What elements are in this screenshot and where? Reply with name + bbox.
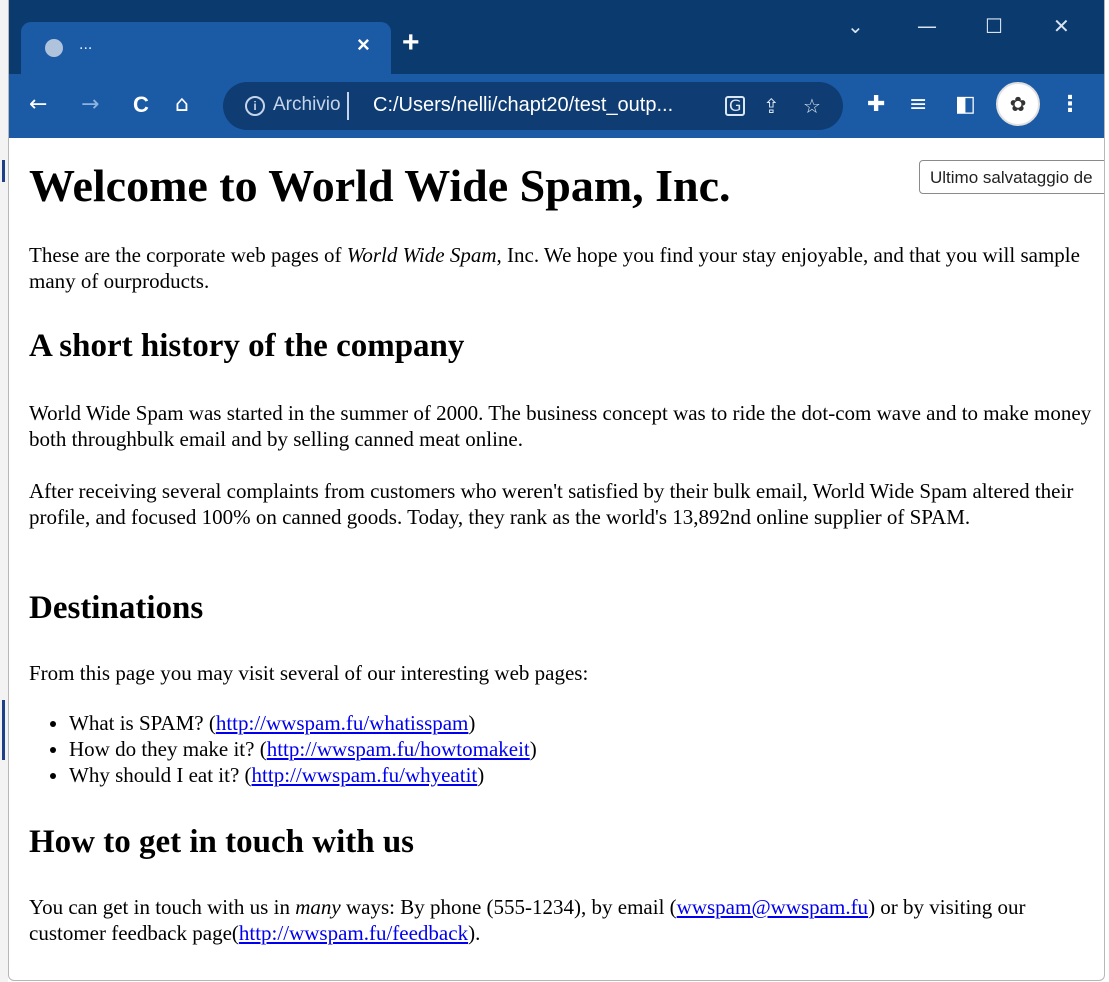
translate-icon[interactable]: G [725, 96, 746, 116]
title-bar: ... × + ⌄ — ☐ ✕ [9, 0, 1104, 74]
extensions-puzzle-icon[interactable]: ✚ [867, 92, 885, 118]
profile-avatar[interactable]: ✿ [996, 82, 1040, 126]
background-window-edge [0, 0, 8, 982]
history-heading: A short history of the company [29, 328, 465, 364]
reading-list-icon[interactable]: ≡ [909, 92, 927, 118]
contact-paragraph: You can get in touch with us in many way… [29, 895, 1026, 945]
minimize-button[interactable]: — [917, 14, 937, 38]
email-link[interactable]: wwspam@wwspam.fu [677, 895, 868, 919]
url-text[interactable]: C:/Users/nelli/chapt20/test_outp... [373, 94, 673, 117]
divider [347, 92, 349, 120]
home-button[interactable]: ⌂ [175, 92, 189, 118]
list-item: How do they make it? (http://wwspam.fu/h… [69, 736, 1104, 762]
list-item: Why should I eat it? (http://wwspam.fu/w… [69, 762, 1104, 788]
browser-toolbar: ← → C ⌂ i Archivio C:/Users/nelli/chapt2… [9, 74, 1104, 138]
close-window-button[interactable]: ✕ [1053, 14, 1070, 38]
list-item: What is SPAM? (http://wwspam.fu/whatissp… [69, 710, 1104, 736]
link-whyeatit[interactable]: http://wwspam.fu/whyeatit [252, 763, 478, 787]
forward-button[interactable]: → [81, 92, 99, 118]
side-panel-icon[interactable]: ◧ [955, 92, 976, 118]
new-tab-button[interactable]: + [402, 28, 420, 58]
tab-search-chevron-icon[interactable]: ⌄ [847, 14, 864, 38]
reload-button[interactable]: C [133, 92, 149, 118]
link-whatisspam[interactable]: http://wwspam.fu/whatisspam [216, 711, 469, 735]
contact-heading: How to get in touch with us [29, 824, 415, 860]
globe-icon [45, 39, 63, 57]
tooltip: Ultimo salvataggio de [919, 160, 1104, 194]
destinations-heading: Destinations [29, 590, 204, 626]
browser-tab[interactable]: ... × [21, 22, 391, 74]
bookmark-star-icon[interactable]: ☆ [803, 94, 821, 118]
link-howtomakeit[interactable]: http://wwspam.fu/howtomakeit [267, 737, 530, 761]
intro-paragraph: These are the corporate web pages of Wor… [29, 243, 1080, 293]
tab-close-button[interactable]: × [357, 32, 370, 58]
destinations-list: What is SPAM? (http://wwspam.fu/whatissp… [29, 710, 1104, 788]
tab-title: ... [79, 36, 93, 53]
back-button[interactable]: ← [29, 92, 47, 118]
share-icon[interactable]: ⇪ [763, 94, 780, 118]
history-paragraph-2: After receiving several complaints from … [29, 479, 1074, 529]
destinations-intro: From this page you may visit several of … [29, 661, 589, 685]
history-paragraph-1: World Wide Spam was started in the summe… [29, 401, 1092, 451]
info-icon[interactable]: i [245, 96, 265, 116]
feedback-link[interactable]: http://wwspam.fu/feedback [239, 921, 468, 945]
menu-kebab-icon[interactable]: ⋮ [1059, 92, 1081, 118]
security-label: Archivio [273, 94, 341, 115]
browser-window: ... × + ⌄ — ☐ ✕ ← → C ⌂ i Archivio C:/Us… [8, 0, 1105, 981]
maximize-button[interactable]: ☐ [985, 14, 1003, 38]
address-bar[interactable]: i Archivio C:/Users/nelli/chapt20/test_o… [223, 82, 843, 130]
